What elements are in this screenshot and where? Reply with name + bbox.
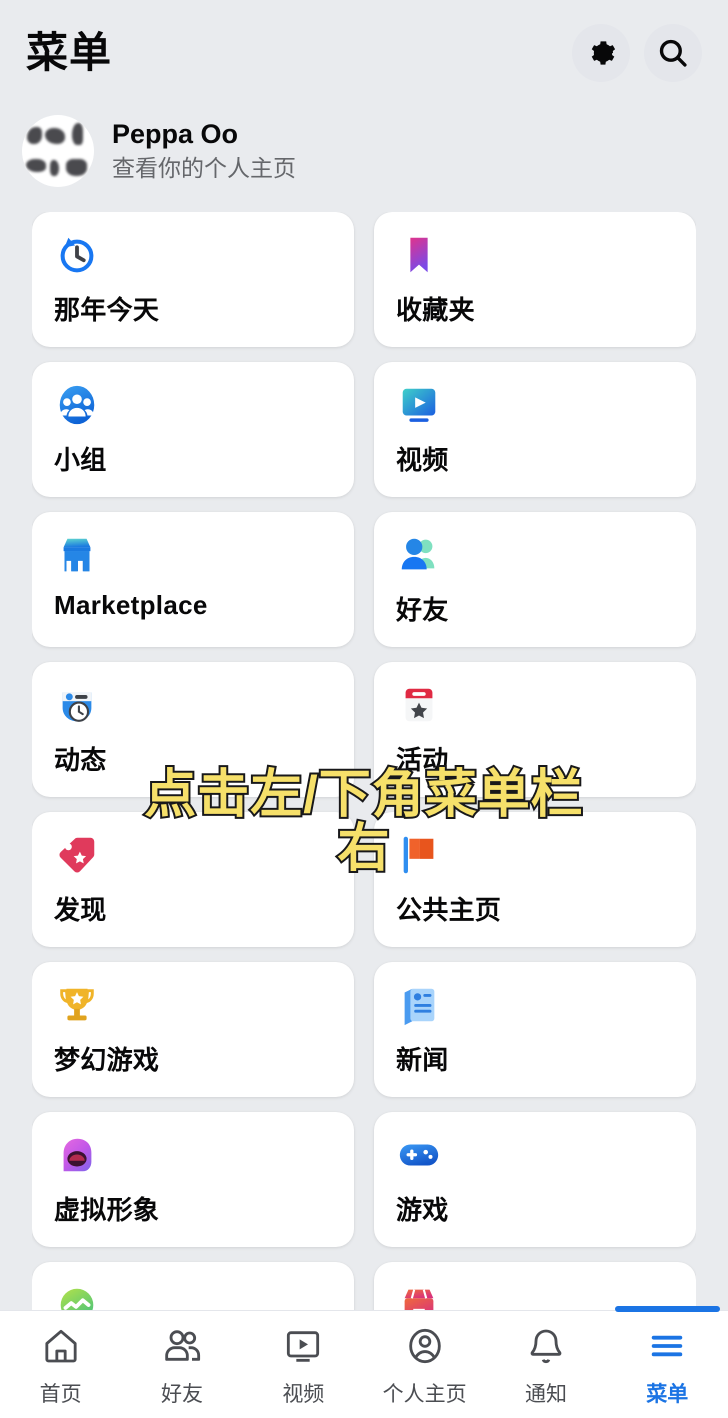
profile-text: Peppa Oo 查看你的个人主页 — [112, 118, 296, 184]
avatar-face-icon — [54, 1132, 100, 1178]
menu-card-fundraisers[interactable] — [32, 1262, 354, 1310]
video-icon — [283, 1323, 323, 1369]
memories-clock-icon — [54, 232, 100, 278]
hamburger-menu-icon — [647, 1323, 687, 1369]
menu-card-label: 游戏 — [396, 1195, 449, 1225]
avatar[interactable] — [22, 115, 94, 187]
storefront-icon — [54, 532, 100, 578]
menu-card-label: 发现 — [54, 895, 107, 925]
app-header: 菜单 — [0, 0, 728, 105]
gamepad-icon — [396, 1132, 442, 1178]
menu-card-label: 新闻 — [396, 1045, 449, 1075]
menu-card-memories[interactable]: 那年今天 — [32, 212, 354, 347]
bell-icon — [526, 1323, 566, 1369]
nav-item-profile[interactable]: 个人主页 — [364, 1311, 485, 1418]
menu-card-label: 那年今天 — [54, 295, 160, 325]
menu-card-label: 公共主页 — [396, 895, 502, 925]
menu-card-groups[interactable]: 小组 — [32, 362, 354, 497]
menu-card-events[interactable]: 活动 — [374, 662, 696, 797]
friends-icon — [162, 1323, 202, 1369]
menu-card-fantasy-games[interactable]: 梦幻游戏 — [32, 962, 354, 1097]
pages-flag-icon — [396, 832, 442, 878]
bookmark-icon — [396, 232, 442, 278]
home-icon — [41, 1323, 81, 1369]
menu-card-gaming[interactable]: 游戏 — [374, 1112, 696, 1247]
menu-card-label: Marketplace — [54, 590, 208, 620]
menu-card-saved[interactable]: 收藏夹 — [374, 212, 696, 347]
gear-icon — [585, 37, 617, 69]
page-title: 菜单 — [26, 28, 113, 76]
nav-item-home[interactable]: 首页 — [0, 1311, 121, 1418]
menu-screen: 菜单 Peppa Oo 查看你的个人主页 那年今天 收藏夹 小组 视频 Mark… — [0, 0, 728, 1418]
nav-label: 个人主页 — [382, 1382, 467, 1406]
menu-card-label: 活动 — [396, 745, 449, 775]
nav-label: 通知 — [524, 1382, 567, 1406]
menu-card-label: 虚拟形象 — [54, 1195, 160, 1225]
menu-card-label: 动态 — [54, 745, 107, 775]
menu-card-friends[interactable]: 好友 — [374, 512, 696, 647]
menu-card-feeds[interactable]: 动态 — [32, 662, 354, 797]
search-icon — [656, 36, 690, 70]
trophy-icon — [54, 982, 100, 1028]
header-actions — [572, 23, 702, 82]
events-calendar-star-icon — [396, 682, 442, 728]
menu-card-label: 好友 — [396, 595, 449, 625]
nav-label: 视频 — [282, 1382, 325, 1406]
menu-card-label: 小组 — [54, 445, 107, 475]
active-tab-indicator — [614, 1306, 720, 1312]
menu-card-pages[interactable]: 公共主页 — [374, 812, 696, 947]
search-button[interactable] — [644, 23, 702, 82]
news-icon — [396, 982, 442, 1028]
nav-item-video[interactable]: 视频 — [243, 1311, 364, 1418]
orders-shop-icon — [396, 1282, 442, 1310]
groups-icon — [54, 382, 100, 428]
nav-item-menu[interactable]: 菜单 — [607, 1306, 728, 1418]
profile-icon — [405, 1323, 445, 1369]
profile-name: Peppa Oo — [112, 119, 239, 150]
profile-subtitle: 查看你的个人主页 — [112, 154, 296, 181]
friends-icon — [396, 532, 442, 578]
menu-card-marketplace[interactable]: Marketplace — [32, 512, 354, 647]
settings-button[interactable] — [572, 23, 630, 82]
menu-card-discover[interactable]: 发现 — [32, 812, 354, 947]
menu-card-label: 收藏夹 — [396, 295, 475, 325]
nav-label: 菜单 — [646, 1382, 689, 1406]
profile-row[interactable]: Peppa Oo 查看你的个人主页 — [0, 108, 728, 194]
nav-item-friends[interactable]: 好友 — [121, 1311, 242, 1418]
feeds-clock-icon — [54, 682, 100, 728]
menu-card-orders[interactable] — [374, 1262, 696, 1310]
video-play-icon — [396, 382, 442, 428]
menu-card-label: 梦幻游戏 — [54, 1045, 160, 1075]
menu-grid: 那年今天 收藏夹 小组 视频 Marketplace 好友 动态 活动 发现 公… — [32, 212, 696, 1310]
menu-card-label: 视频 — [396, 445, 449, 475]
menu-card-avatars[interactable]: 虚拟形象 — [32, 1112, 354, 1247]
nav-label: 好友 — [160, 1382, 203, 1406]
nav-label: 首页 — [39, 1382, 82, 1406]
fundraiser-icon — [54, 1282, 100, 1310]
menu-card-news[interactable]: 新闻 — [374, 962, 696, 1097]
bottom-navigation: 首页 好友 视频 个人主页 通知 菜单 — [0, 1306, 728, 1418]
nav-item-notifications[interactable]: 通知 — [485, 1311, 606, 1418]
discover-tag-icon — [54, 832, 100, 878]
menu-card-video[interactable]: 视频 — [374, 362, 696, 497]
